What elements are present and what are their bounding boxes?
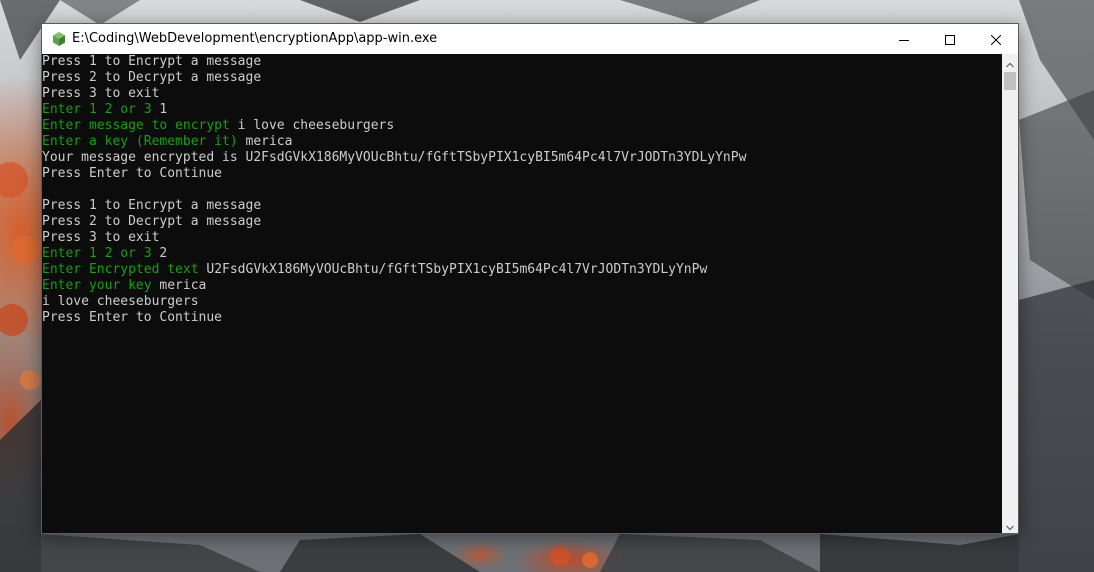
console-line: i love cheeseburgers — [42, 294, 1002, 310]
console-line: Enter 1 2 or 3 2 — [42, 246, 1002, 262]
console-window[interactable]: E:\Coding\WebDevelopment\encryptionApp\a… — [41, 23, 1019, 534]
output-text: Press 3 to exit — [42, 86, 160, 101]
close-icon — [990, 30, 1002, 49]
prompt-text: Enter a key (Remember it) — [42, 134, 238, 149]
console-line: Press Enter to Continue — [42, 310, 1002, 326]
prompt-text: Enter message to encrypt — [42, 118, 230, 133]
output-text: Press 2 to Decrypt a message — [42, 70, 262, 85]
console-line: Enter 1 2 or 3 1 — [42, 102, 1002, 118]
maximize-icon — [945, 30, 955, 49]
console-line: Press 3 to exit — [42, 86, 1002, 102]
console-line: Enter a key (Remember it) merica — [42, 134, 1002, 150]
prompt-text: Enter Encrypted text — [42, 262, 199, 277]
title-bar[interactable]: E:\Coding\WebDevelopment\encryptionApp\a… — [42, 24, 1018, 54]
chevron-up-icon — [1006, 53, 1014, 72]
console-output[interactable]: Press 1 to Encrypt a message Press 2 to … — [42, 54, 1002, 533]
console-line: Press 2 to Decrypt a message — [42, 214, 1002, 230]
console-line: Press 3 to exit — [42, 230, 1002, 246]
console-line: Press Enter to Continue — [42, 166, 1002, 182]
console-line: Press 1 to Encrypt a message — [42, 54, 1002, 70]
output-text: Press 1 to Encrypt a message — [42, 54, 262, 69]
prompt-text: Enter 1 2 or 3 — [42, 102, 152, 117]
vertical-scrollbar[interactable] — [1002, 54, 1018, 533]
maximize-button[interactable] — [927, 24, 973, 54]
output-text: Press Enter to Continue — [42, 310, 223, 325]
scroll-up-button[interactable] — [1002, 54, 1018, 70]
user-input: merica — [245, 134, 293, 149]
output-text: Press Enter to Continue — [42, 166, 223, 181]
console-line: Press 1 to Encrypt a message — [42, 198, 1002, 214]
output-text: Press 1 to Encrypt a message — [42, 198, 262, 213]
console-line: Enter message to encrypt i love cheesebu… — [42, 118, 1002, 134]
console-line: Enter Encrypted text U2FsdGVkX186MyVOUcB… — [42, 262, 1002, 278]
scroll-down-button[interactable] — [1002, 517, 1018, 533]
console-line: Your message encrypted is U2FsdGVkX186My… — [42, 150, 1002, 166]
user-input: U2FsdGVkX186MyVOUcBhtu/fGftTSbyPIX1cyBI5… — [206, 262, 708, 277]
output-text: Press 3 to exit — [42, 230, 160, 245]
console-line: Enter your key merica — [42, 278, 1002, 294]
minimize-icon — [899, 30, 909, 49]
output-text: Your message encrypted is U2FsdGVkX186My… — [42, 150, 747, 165]
window-title: E:\Coding\WebDevelopment\encryptionApp\a… — [72, 31, 438, 46]
output-text: i love cheeseburgers — [42, 294, 199, 309]
user-input: i love cheeseburgers — [237, 118, 395, 133]
user-input: merica — [159, 278, 207, 293]
user-input: 2 — [159, 246, 168, 261]
close-button[interactable] — [973, 24, 1019, 54]
console-line: Press 2 to Decrypt a message — [42, 70, 1002, 86]
scrollbar-thumb[interactable] — [1004, 72, 1016, 90]
output-text: Press 2 to Decrypt a message — [42, 214, 262, 229]
chevron-down-icon — [1006, 516, 1014, 535]
minimize-button[interactable] — [881, 24, 927, 54]
prompt-text: Enter your key — [42, 278, 152, 293]
prompt-text: Enter 1 2 or 3 — [42, 246, 152, 261]
nodejs-hex-icon — [51, 31, 67, 47]
user-input: 1 — [159, 102, 168, 117]
